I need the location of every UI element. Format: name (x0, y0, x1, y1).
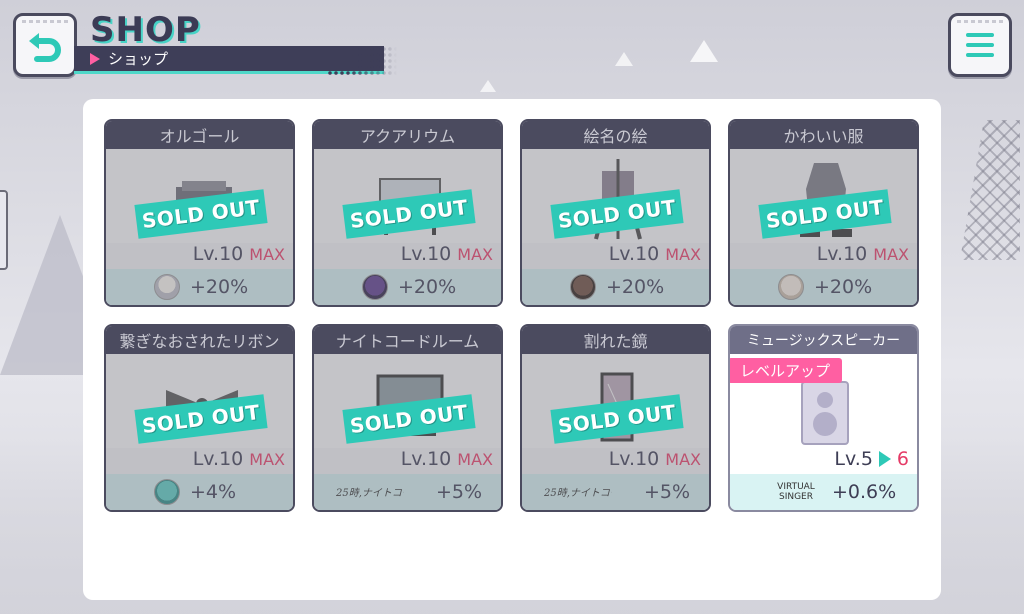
background-tower (960, 120, 1020, 260)
next-level: 6 (896, 448, 909, 470)
item-name: 絵名の絵 (522, 121, 709, 149)
character-avatar (154, 479, 180, 505)
shop-item-card[interactable]: 絵名の絵 SOLD OUT Lv.10 MAX +20% (520, 119, 711, 307)
item-bonus: VIRTUAL SINGER +0.6% (730, 474, 917, 510)
character-avatar (570, 274, 596, 300)
level-text: Lv.10 (400, 448, 452, 470)
virtual-singer-logo: VIRTUAL SINGER (777, 482, 815, 502)
shop-item-card[interactable]: 割れた鏡 SOLD OUT Lv.10 MAX 25時,ナイトコード +5% (520, 324, 711, 512)
play-triangle-icon (90, 52, 100, 65)
svg-text:25時,ナイトコード: 25時,ナイトコード (335, 487, 404, 499)
background-triangle (615, 52, 633, 66)
item-bonus: +20% (522, 269, 709, 305)
unit-logo-icon: 25時,ナイトコード (543, 487, 612, 499)
item-name: ミュージックスピーカー (730, 326, 917, 354)
level-text: Lv.10 (192, 448, 244, 470)
shop-panel: オルゴール SOLD OUT Lv.10 MAX +20% アクアリウム SOL… (83, 99, 941, 600)
level-text: Lv.10 (608, 243, 660, 265)
max-badge: MAX (665, 245, 701, 264)
item-level: Lv.10 MAX (609, 448, 701, 470)
bonus-value: +20% (190, 276, 249, 298)
item-name: ナイトコードルーム (314, 326, 501, 354)
bonus-value: +0.6% (832, 481, 897, 503)
item-bonus: 25時,ナイトコード +5% (314, 474, 501, 510)
max-badge: MAX (249, 245, 285, 264)
background-triangle (690, 40, 718, 62)
back-arrow-icon (29, 33, 61, 62)
shop-item-card-active[interactable]: ミュージックスピーカー レベルアップ Lv.5 6 VIRTUAL SINGER… (728, 324, 919, 512)
hamburger-menu-icon (966, 33, 994, 57)
level-text: Lv.10 (608, 448, 660, 470)
side-tab[interactable] (0, 190, 8, 270)
character-avatar (154, 274, 180, 300)
background-triangle (480, 80, 496, 92)
page-title-en: SHOP (90, 10, 201, 50)
max-badge: MAX (249, 450, 285, 469)
item-level: Lv.10 MAX (401, 448, 493, 470)
svg-text:25時,ナイトコード: 25時,ナイトコード (543, 487, 612, 499)
bonus-value: +4% (190, 481, 237, 503)
max-badge: MAX (457, 245, 493, 264)
item-name: オルゴール (106, 121, 293, 149)
level-up-tag: レベルアップ (730, 358, 843, 383)
level-arrow-icon (878, 451, 891, 467)
item-bonus: +20% (730, 269, 917, 305)
character-avatar (362, 274, 388, 300)
item-level: Lv.10 MAX (193, 243, 285, 265)
bonus-value: +20% (398, 276, 457, 298)
item-bonus: 25時,ナイトコード +5% (522, 474, 709, 510)
shop-item-card[interactable]: アクアリウム SOLD OUT Lv.10 MAX +20% (312, 119, 503, 307)
back-button[interactable] (13, 13, 77, 77)
item-level: Lv.10 MAX (609, 243, 701, 265)
bonus-value: +20% (606, 276, 665, 298)
bonus-value: +20% (814, 276, 873, 298)
item-name: アクアリウム (314, 121, 501, 149)
item-name: 割れた鏡 (522, 326, 709, 354)
item-bonus: +20% (314, 269, 501, 305)
level-text: Lv.10 (400, 243, 452, 265)
item-level: Lv.10 MAX (401, 243, 493, 265)
item-bonus: +4% (106, 474, 293, 510)
shop-item-card[interactable]: かわいい服 SOLD OUT Lv.10 MAX +20% (728, 119, 919, 307)
shop-item-card[interactable]: オルゴール SOLD OUT Lv.10 MAX +20% (104, 119, 295, 307)
shop-item-card[interactable]: ナイトコードルーム SOLD OUT Lv.10 MAX 25時,ナイトコード … (312, 324, 503, 512)
page-title-jp: ショップ (108, 50, 169, 68)
item-bonus: +20% (106, 269, 293, 305)
character-avatar (778, 274, 804, 300)
page-title: SHOP ショップ (72, 10, 397, 80)
max-badge: MAX (665, 450, 701, 469)
item-level: Lv.10 MAX (817, 243, 909, 265)
menu-button[interactable] (948, 13, 1012, 77)
bonus-value: +5% (436, 481, 483, 503)
halftone-dots (327, 46, 397, 76)
item-level: Lv.10 MAX (193, 448, 285, 470)
max-badge: MAX (457, 450, 493, 469)
level-text: Lv.10 (816, 243, 868, 265)
level-text: Lv.10 (192, 243, 244, 265)
bonus-value: +5% (644, 481, 691, 503)
item-name: かわいい服 (730, 121, 917, 149)
item-level: Lv.5 6 (834, 448, 909, 470)
level-text: Lv.5 (834, 448, 873, 470)
unit-logo-icon: 25時,ナイトコード (335, 487, 404, 499)
item-name: 繋ぎなおされたリボン (106, 326, 293, 354)
max-badge: MAX (873, 245, 909, 264)
shop-item-card[interactable]: 繋ぎなおされたリボン SOLD OUT Lv.10 MAX +4% (104, 324, 295, 512)
